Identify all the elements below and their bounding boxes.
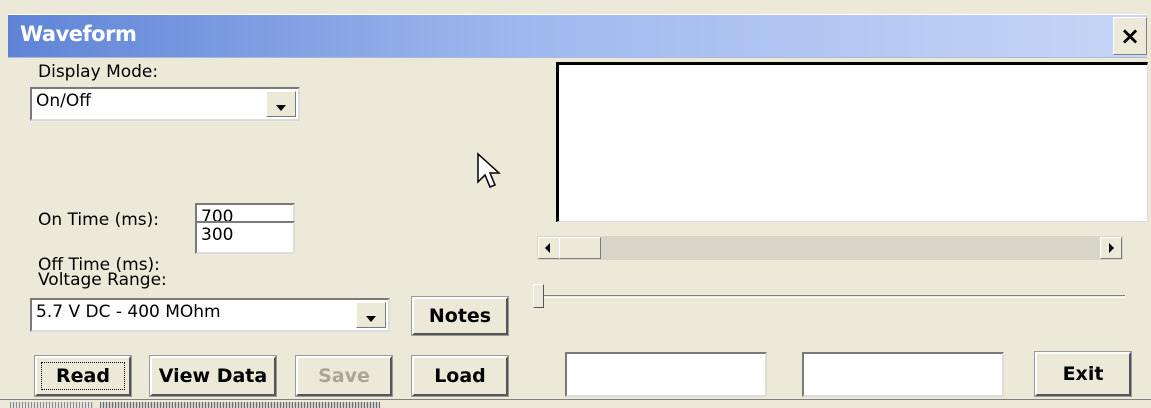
off-time-input[interactable]: 300 <box>195 221 295 254</box>
exit-button[interactable]: Exit <box>1034 351 1132 397</box>
status-field-1[interactable] <box>565 352 767 397</box>
view-data-button[interactable]: View Data <box>149 355 277 397</box>
waveform-display <box>556 62 1148 222</box>
load-button[interactable]: Load <box>411 355 509 397</box>
slider-thumb[interactable] <box>533 284 544 308</box>
hatch-pattern-left <box>10 402 94 408</box>
hatch-pattern <box>100 402 380 408</box>
slider-track[interactable] <box>540 295 1125 298</box>
display-mode-label: Display Mode: <box>38 62 159 82</box>
close-button[interactable]: × <box>1113 17 1147 55</box>
focus-rectangle <box>41 362 125 390</box>
voltage-range-value: 5.7 V DC - 400 MOhm <box>36 302 221 322</box>
notes-button[interactable]: Notes <box>411 296 509 336</box>
scroll-right-icon[interactable] <box>1100 237 1122 259</box>
on-time-label: On Time (ms): <box>38 210 159 230</box>
chevron-down-icon[interactable] <box>266 91 296 117</box>
scroll-left-icon[interactable] <box>538 237 560 259</box>
chevron-down-icon[interactable] <box>356 302 386 328</box>
voltage-range-label: Voltage Range: <box>38 270 167 290</box>
status-field-2[interactable] <box>802 352 1004 397</box>
window-title: Waveform <box>20 22 137 46</box>
read-button[interactable]: Read <box>34 355 132 397</box>
save-button[interactable]: Save <box>295 355 393 397</box>
scrollbar-thumb[interactable] <box>559 237 601 259</box>
mouse-cursor-icon <box>477 152 501 188</box>
display-mode-value: On/Off <box>36 91 91 111</box>
display-mode-select[interactable]: On/Off <box>30 87 300 121</box>
voltage-range-select[interactable]: 5.7 V DC - 400 MOhm <box>30 298 390 332</box>
horizontal-scrollbar[interactable] <box>537 236 1123 260</box>
title-bar[interactable]: Waveform × <box>8 14 1147 58</box>
